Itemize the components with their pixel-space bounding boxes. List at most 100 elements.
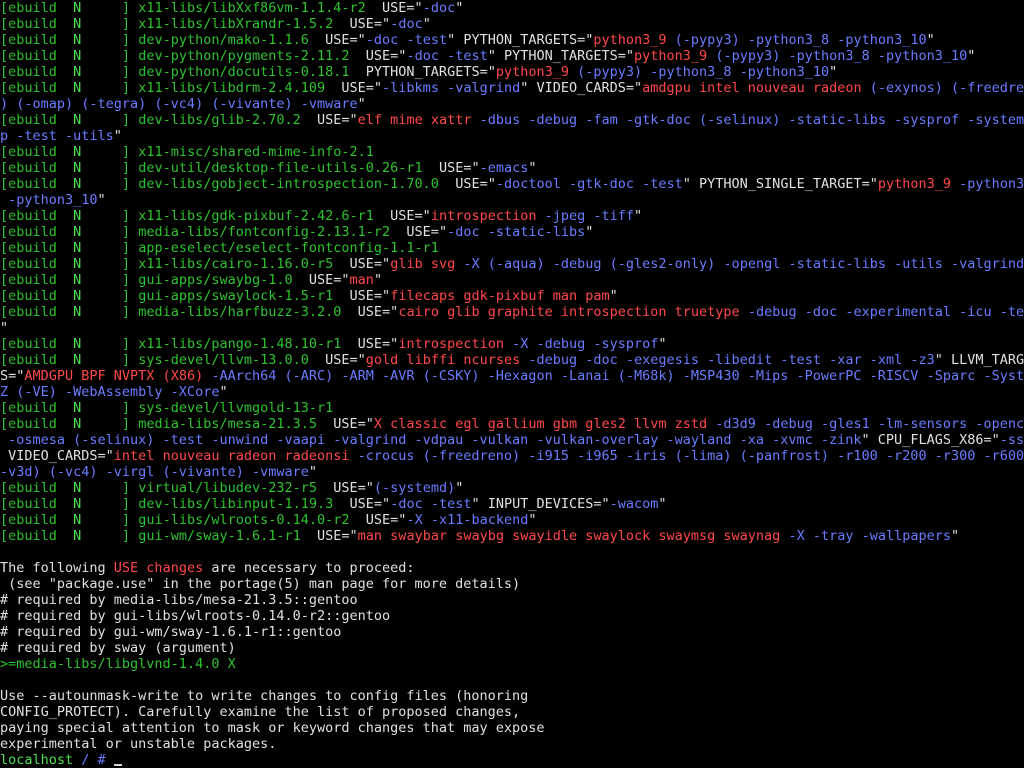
terminal-text: amdgpu intel nouveau radeon (642, 80, 862, 96)
terminal-line: # required by gui-libs/wlroots-0.14.0-r2… (0, 608, 1024, 624)
terminal-text: ] (81, 112, 139, 128)
terminal-text: localhost (0, 752, 74, 768)
terminal-line: experimental or unstable packages. (0, 736, 1024, 752)
terminal-text: " CPU_FLAGS_X86=" (861, 432, 1000, 448)
terminal-text: [ebuild (0, 336, 74, 352)
terminal-text: dev-python/docutils-0.18.1 (138, 64, 350, 80)
terminal-text: media-libs/harfbuzz-3.2.0 (138, 304, 342, 320)
terminal-text: USE=" (300, 112, 358, 128)
terminal-text: " (528, 512, 537, 528)
terminal-text: ] (81, 16, 139, 32)
terminal-text: / # (73, 752, 114, 768)
terminal-text: x11-libs/pango-1.48.10-r1 (138, 336, 342, 352)
terminal-text: [ebuild (0, 496, 74, 512)
terminal-text: " (609, 288, 618, 304)
terminal-line: [ebuild N ] x11-misc/shared-mime-info-2.… (0, 144, 1024, 160)
terminal-text: [ebuild (0, 416, 74, 432)
terminal-line: [ebuild N ] dev-python/mako-1.1.6 USE="-… (0, 32, 1024, 48)
terminal-text: [ebuild (0, 32, 74, 48)
terminal-text: python3_9 (634, 48, 708, 64)
terminal-text: -X (-aqua) -debug (-gles2-only) -opengl … (455, 256, 1024, 272)
terminal-text: " VIDEO_CARDS=" (520, 80, 643, 96)
terminal-text: " (357, 96, 366, 112)
terminal-text: USE=" (333, 16, 391, 32)
terminal-text: gui-wm/sway-1.6.1-r1 (138, 528, 301, 544)
terminal-line: " (0, 320, 1024, 336)
terminal-text: ] (81, 208, 139, 224)
terminal-text: [ebuild (0, 208, 74, 224)
terminal-text: ] (81, 304, 139, 320)
terminal-text: Use --autounmask-write to write changes … (0, 688, 529, 704)
terminal-line: [ebuild N ] sys-devel/llvm-13.0.0 USE="g… (0, 352, 1024, 368)
terminal-text: media-libs/mesa-21.3.5 (138, 416, 318, 432)
terminal-text: dev-python/mako-1.1.6 (138, 32, 309, 48)
terminal-text: [ebuild (0, 16, 74, 32)
terminal-text: USE=" (373, 208, 431, 224)
terminal-text: " PYTHON_TARGETS=" (447, 32, 594, 48)
terminal-text: [ebuild (0, 80, 74, 96)
terminal-text: ] (81, 144, 139, 160)
terminal-text: ] (81, 400, 139, 416)
terminal-text: [ebuild (0, 352, 74, 368)
terminal-text: " PYTHON_SINGLE_TARGET=" (682, 176, 878, 192)
terminal-text: Z (-VE) -WebAssembly -XCore (0, 384, 220, 400)
terminal-text: " (967, 48, 976, 64)
terminal-text: -sse2 (999, 432, 1024, 448)
terminal-text: [ebuild (0, 304, 74, 320)
terminal-text: -jpeg -tiff (536, 208, 635, 224)
terminal-text: sys-devel/llvmgold-13-r1 (138, 400, 334, 416)
terminal-text: -X -tray -wallpapers (780, 528, 951, 544)
terminal-text: sys-devel/llvm-13.0.0 (138, 352, 309, 368)
terminal-text: ] (81, 336, 139, 352)
terminal-text: " (422, 16, 431, 32)
terminal-text: " (455, 480, 464, 496)
terminal-text: gui-apps/swaybg-1.0 (138, 272, 293, 288)
terminal-text: [ebuild (0, 160, 74, 176)
terminal-text: introspection (398, 336, 504, 352)
terminal-text: -dbus -debug -fam -gtk-doc (-selinux) -s… (471, 112, 1024, 128)
terminal-text: ] (81, 64, 139, 80)
terminal-line: [ebuild N ] gui-wm/sway-1.6.1-r1 USE="ma… (0, 528, 1024, 544)
terminal-text: USE=" (300, 528, 358, 544)
terminal-text: [ebuild (0, 0, 74, 16)
terminal-line: [ebuild N ] app-eselect/eselect-fontconf… (0, 240, 1024, 256)
terminal-line: [ebuild N ] dev-python/docutils-0.18.1 P… (0, 64, 1024, 80)
terminal-text: PYTHON_TARGETS=" (349, 64, 496, 80)
terminal-text: ] (81, 48, 139, 64)
terminal-text: are necessary to proceed: (203, 560, 415, 576)
terminal-text: -debug -doc -exegesis -libedit -test -xa… (520, 352, 935, 368)
terminal-line: [ebuild N ] media-libs/mesa-21.3.5 USE="… (0, 416, 1024, 432)
terminal-text: intel nouveau radeon radeonsi (113, 448, 350, 464)
terminal-text: # required by media-libs/mesa-21.3.5::ge… (0, 592, 358, 608)
terminal-text: " (658, 496, 667, 512)
terminal-text: [ebuild (0, 112, 74, 128)
terminal-text: USE=" (390, 224, 448, 240)
terminal-text: [ebuild (0, 256, 74, 272)
terminal-text: -AArch64 (-ARC) -ARM -AVR (-CSKY) -Hexag… (203, 368, 1024, 384)
terminal-text: [ebuild (0, 64, 74, 80)
terminal-line: >=media-libs/libglvnd-1.4.0 X (0, 656, 1024, 672)
terminal-text: " (97, 192, 106, 208)
terminal-line: # required by sway (argument) (0, 640, 1024, 656)
terminal-text: S=" (0, 368, 25, 384)
terminal-window[interactable]: [ebuild N ] x11-libs/libXxf86vm-1.1.4-r2… (0, 0, 1024, 768)
terminal-text: # required by gui-wm/sway-1.6.1-r1::gent… (0, 624, 342, 640)
terminal-text: USE=" (438, 176, 496, 192)
terminal-text: man (349, 272, 374, 288)
terminal-text: dev-libs/glib-2.70.2 (138, 112, 301, 128)
terminal-line: [ebuild N ] dev-libs/gobject-introspecti… (0, 176, 1024, 192)
terminal-text: python3_9 (495, 64, 569, 80)
terminal-text: USE changes (113, 560, 204, 576)
terminal-text: -doc -test (390, 496, 472, 512)
terminal-text: ] (81, 32, 139, 48)
terminal-text: -libkms -valgrind (382, 80, 521, 96)
terminal-text: USE=" (341, 336, 399, 352)
terminal-text: CONFIG_PROTECT). Carefully examine the l… (0, 704, 521, 720)
terminal-line: [ebuild N ] x11-libs/gdk-pixbuf-2.42.6-r… (0, 208, 1024, 224)
terminal-line: [ebuild N ] x11-libs/libXrandr-1.5.2 USE… (0, 16, 1024, 32)
terminal-text: ] (81, 0, 139, 16)
terminal-line: [ebuild N ] sys-devel/llvmgold-13-r1 (0, 400, 1024, 416)
terminal-text: " LLVM_TARGET (934, 352, 1024, 368)
terminal-line: -python3_10" (0, 192, 1024, 208)
